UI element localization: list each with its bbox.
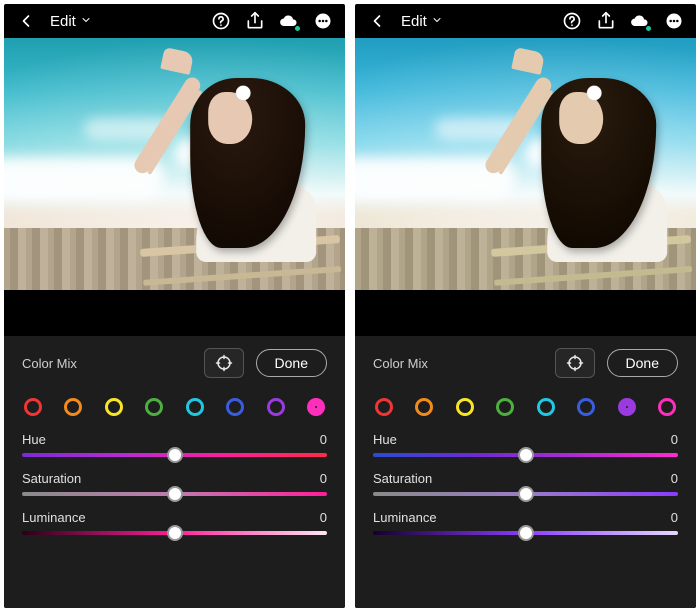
done-button[interactable]: Done xyxy=(607,349,678,377)
cloud-sync-icon[interactable] xyxy=(630,11,650,31)
swatch-blue[interactable] xyxy=(226,398,244,416)
hue-label: Hue xyxy=(22,432,46,447)
color-swatches xyxy=(373,392,678,418)
luminance-value: 0 xyxy=(320,510,327,525)
chevron-down-icon xyxy=(431,12,443,30)
swatch-purple[interactable] xyxy=(267,398,285,416)
saturation-slider[interactable]: Saturation 0 xyxy=(22,471,327,496)
luminance-slider[interactable]: Luminance 0 xyxy=(373,510,678,535)
luminance-value: 0 xyxy=(671,510,678,525)
help-icon[interactable] xyxy=(562,11,582,31)
mode-label: Edit xyxy=(401,13,427,30)
color-mix-panel: Color Mix Done Hue 0 Saturation 0 Lumina… xyxy=(355,336,696,608)
luminance-track[interactable] xyxy=(373,531,678,535)
color-swatches xyxy=(22,392,327,418)
swatch-green[interactable] xyxy=(145,398,163,416)
share-icon[interactable] xyxy=(245,11,265,31)
targeted-adjustment-button[interactable] xyxy=(555,348,595,378)
hue-slider[interactable]: Hue 0 xyxy=(22,432,327,457)
saturation-value: 0 xyxy=(671,471,678,486)
luminance-thumb[interactable] xyxy=(167,525,183,541)
swatch-orange[interactable] xyxy=(64,398,82,416)
app-header: Edit xyxy=(355,4,696,38)
swatch-purple[interactable] xyxy=(618,398,636,416)
saturation-value: 0 xyxy=(320,471,327,486)
hue-thumb[interactable] xyxy=(167,447,183,463)
swatch-red[interactable] xyxy=(375,398,393,416)
swatch-green[interactable] xyxy=(496,398,514,416)
app-screen: Edit Color Mix Done Hue 0 xyxy=(355,4,696,608)
swatch-magenta[interactable] xyxy=(307,398,325,416)
share-icon[interactable] xyxy=(596,11,616,31)
saturation-thumb[interactable] xyxy=(518,486,534,502)
hue-value: 0 xyxy=(671,432,678,447)
luminance-thumb[interactable] xyxy=(518,525,534,541)
saturation-label: Saturation xyxy=(373,471,432,486)
swatch-aqua[interactable] xyxy=(537,398,555,416)
saturation-slider[interactable]: Saturation 0 xyxy=(373,471,678,496)
help-icon[interactable] xyxy=(211,11,231,31)
swatch-blue[interactable] xyxy=(577,398,595,416)
luminance-label: Luminance xyxy=(373,510,437,525)
more-icon[interactable] xyxy=(664,11,684,31)
more-icon[interactable] xyxy=(313,11,333,31)
done-button[interactable]: Done xyxy=(256,349,327,377)
swatch-magenta[interactable] xyxy=(658,398,676,416)
targeted-adjustment-button[interactable] xyxy=(204,348,244,378)
mode-dropdown[interactable]: Edit xyxy=(50,12,92,30)
luminance-track[interactable] xyxy=(22,531,327,535)
app-header: Edit xyxy=(4,4,345,38)
app-screen: Edit Color Mix Done Hue 0 xyxy=(4,4,345,608)
swatch-yellow[interactable] xyxy=(456,398,474,416)
photo-preview[interactable] xyxy=(355,38,696,290)
luminance-slider[interactable]: Luminance 0 xyxy=(22,510,327,535)
mode-label: Edit xyxy=(50,13,76,30)
swatch-aqua[interactable] xyxy=(186,398,204,416)
swatch-orange[interactable] xyxy=(415,398,433,416)
cloud-sync-icon[interactable] xyxy=(279,11,299,31)
back-icon[interactable] xyxy=(367,11,387,31)
luminance-label: Luminance xyxy=(22,510,86,525)
panel-title: Color Mix xyxy=(22,356,77,371)
saturation-track[interactable] xyxy=(373,492,678,496)
mode-dropdown[interactable]: Edit xyxy=(401,12,443,30)
color-mix-panel: Color Mix Done Hue 0 Saturation 0 Lumina… xyxy=(4,336,345,608)
hue-thumb[interactable] xyxy=(518,447,534,463)
hue-slider[interactable]: Hue 0 xyxy=(373,432,678,457)
hue-track[interactable] xyxy=(373,453,678,457)
panel-title: Color Mix xyxy=(373,356,428,371)
saturation-label: Saturation xyxy=(22,471,81,486)
photo-preview[interactable] xyxy=(4,38,345,290)
hue-label: Hue xyxy=(373,432,397,447)
saturation-thumb[interactable] xyxy=(167,486,183,502)
swatch-yellow[interactable] xyxy=(105,398,123,416)
back-icon[interactable] xyxy=(16,11,36,31)
hue-track[interactable] xyxy=(22,453,327,457)
swatch-red[interactable] xyxy=(24,398,42,416)
hue-value: 0 xyxy=(320,432,327,447)
chevron-down-icon xyxy=(80,12,92,30)
saturation-track[interactable] xyxy=(22,492,327,496)
